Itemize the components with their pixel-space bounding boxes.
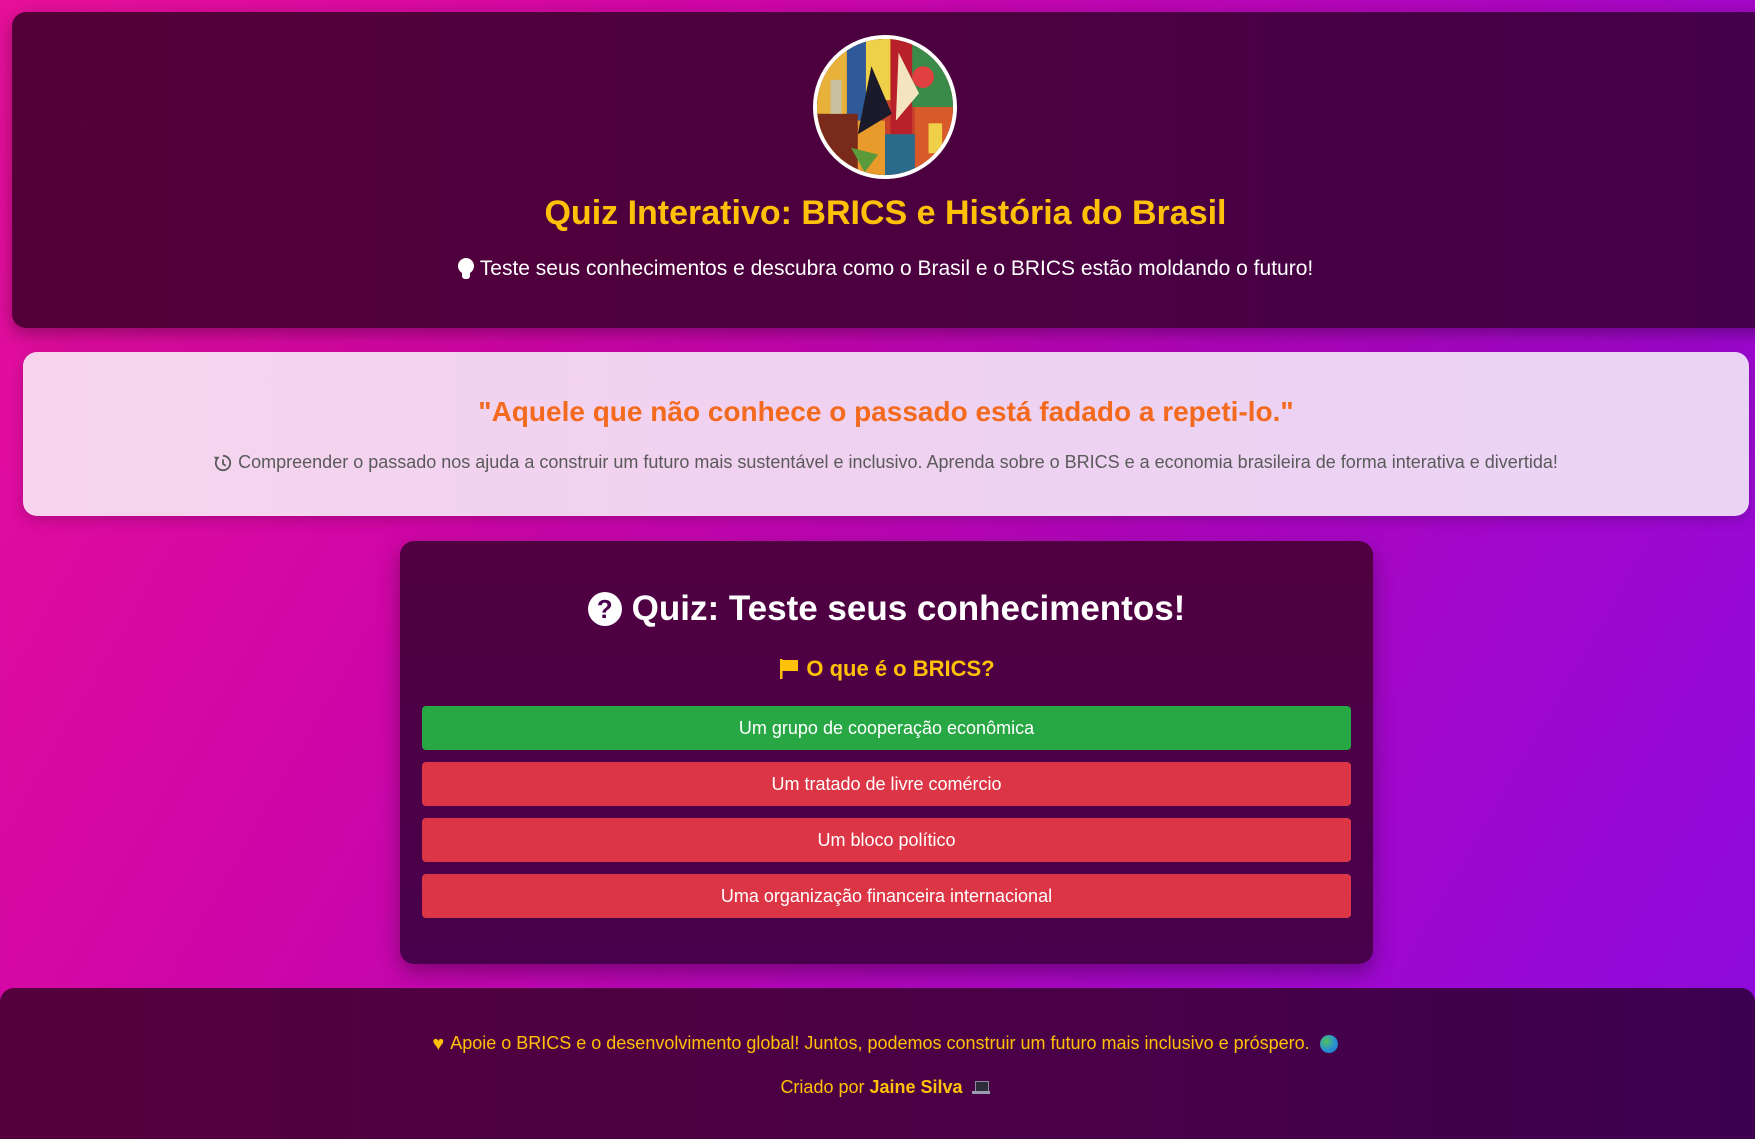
page-subtitle: Teste seus conhecimentos e descubra como… [12, 257, 1755, 281]
laptop-icon [971, 1080, 990, 1095]
avatar [813, 35, 957, 179]
footer-created-by: Criado por [780, 1077, 865, 1097]
lightbulb-icon [457, 258, 474, 280]
quiz-card: ? Quiz: Teste seus conhecimentos! O que … [400, 541, 1373, 964]
quote-text: "Aquele que não conhece o passado está f… [478, 396, 1294, 427]
footer-author: Jaine Silva [869, 1077, 963, 1097]
quiz-option-2[interactable]: Um tratado de livre comércio [422, 762, 1351, 806]
footer-message-text: Apoie o BRICS e o desenvolvimento global… [450, 1033, 1310, 1053]
page-header: Quiz Interativo: BRICS e História do Bra… [12, 12, 1755, 328]
history-icon [214, 454, 232, 472]
question-circle-icon: ? [587, 592, 622, 626]
quiz-title: ? Quiz: Teste seus conhecimentos! [400, 589, 1373, 629]
quote-description: Compreender o passado nos ajuda a constr… [23, 452, 1749, 473]
quiz-option-1[interactable]: Um grupo de cooperação econômica [422, 706, 1351, 750]
quiz-option-3[interactable]: Um bloco político [422, 818, 1351, 862]
subtitle-text: Teste seus conhecimentos e descubra como… [479, 257, 1314, 280]
footer-message: ♥ Apoie o BRICS e o desenvolvimento glob… [0, 1033, 1755, 1054]
quote-description-text: Compreender o passado nos ajuda a constr… [238, 452, 1558, 472]
quote-card: "Aquele que não conhece o passado está f… [23, 352, 1749, 516]
page-footer: ♥ Apoie o BRICS e o desenvolvimento glob… [0, 988, 1755, 1139]
heart-icon: ♥ [432, 1032, 445, 1055]
flag-icon [778, 658, 800, 680]
quiz-question: O que é o BRICS? [400, 656, 1373, 682]
page-title: Quiz Interativo: BRICS e História do Bra… [544, 194, 1227, 232]
quiz-title-text: Quiz: Teste seus conhecimentos! [631, 589, 1186, 628]
footer-credit: Criado por Jaine Silva [0, 1077, 1755, 1098]
globe-icon [1319, 1034, 1338, 1053]
quiz-options: Um grupo de cooperação econômica Um trat… [422, 706, 1351, 930]
quiz-question-text: O que é o BRICS? [806, 656, 995, 681]
quiz-option-4[interactable]: Uma organização financeira internacional [422, 874, 1351, 918]
brics-artwork-image [817, 39, 953, 175]
